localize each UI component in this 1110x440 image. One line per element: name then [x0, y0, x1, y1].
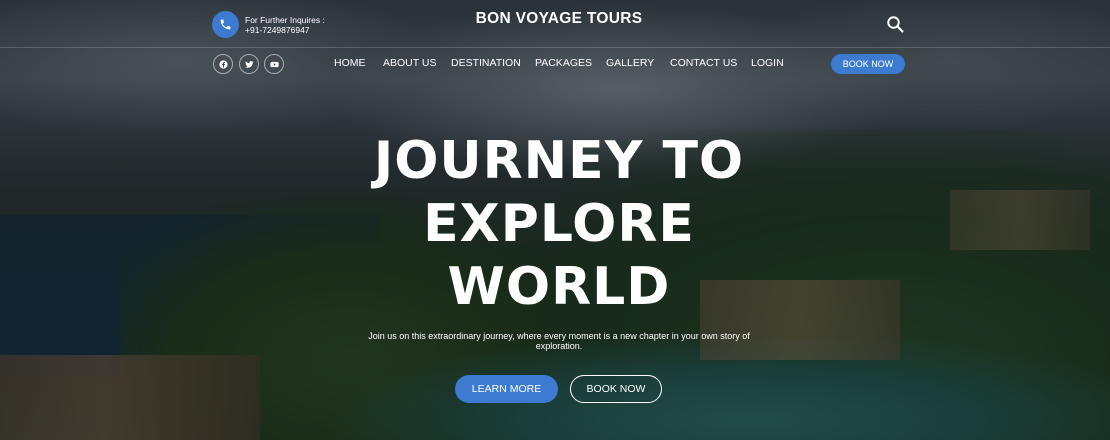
nav-about-us[interactable]: ABOUT US [383, 57, 436, 69]
headline-line-2: EXPLORE [423, 194, 695, 254]
hero-subtitle: Join us on this extraordinary journey, w… [368, 331, 750, 351]
nav-contact-us[interactable]: CONTACT US [670, 57, 737, 69]
header-book-now-button[interactable]: BOOK NOW [831, 54, 905, 74]
site-brand[interactable]: BON VOYAGE TOURS [0, 10, 1110, 28]
hero-section: For Further Inquires : +91-7249876947 BO… [0, 0, 1110, 440]
headline-line-3: WORLD [447, 257, 671, 317]
nav-gallery[interactable]: GALLERY [606, 57, 654, 69]
nav-packages[interactable]: PACKAGES [535, 57, 592, 69]
headline-line-1: JOURNEY TO [373, 131, 745, 191]
learn-more-button[interactable]: LEARN MORE [455, 375, 558, 403]
nav-login[interactable]: LOGIN [751, 57, 784, 69]
search-icon[interactable] [886, 15, 904, 33]
nav-home[interactable]: HOME [334, 57, 366, 69]
nav-destination[interactable]: DESTINATION [451, 57, 521, 69]
hero-headline: JOURNEY TO EXPLORE WORLD [0, 130, 1110, 319]
top-bar: For Further Inquires : +91-7249876947 BO… [0, 0, 1110, 48]
main-nav: HOME ABOUT US DESTINATION PACKAGES GALLE… [0, 57, 1110, 71]
hero-book-now-button[interactable]: BOOK NOW [570, 375, 662, 403]
